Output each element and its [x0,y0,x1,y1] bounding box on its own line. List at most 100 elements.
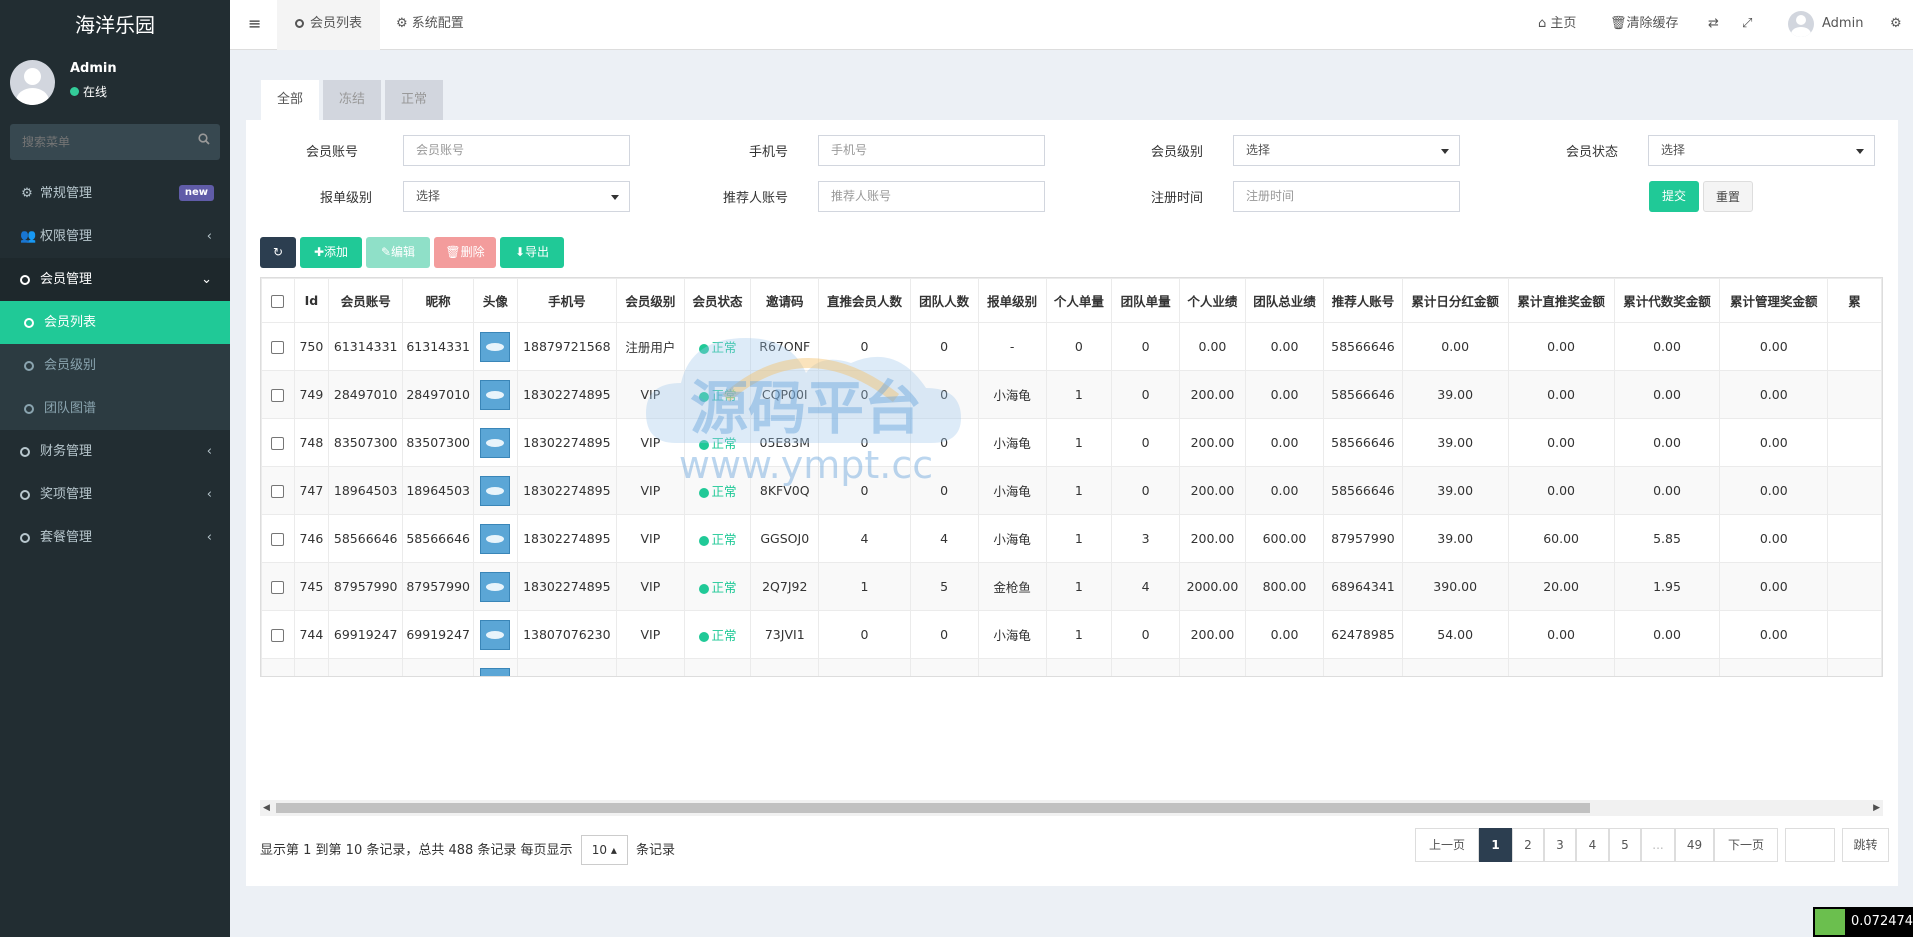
col-team-orders[interactable]: 团队单量 [1111,278,1181,323]
tab-system-config[interactable]: ⚙ 系统配置 [378,0,482,50]
tab-all[interactable]: 全部 [261,80,320,120]
menu-search-input[interactable] [10,124,200,160]
sidebar-item-members[interactable]: 会员管理 ⌄ [0,258,230,301]
jump-page-input[interactable] [1785,828,1835,862]
edit-button[interactable]: ✎编辑 [366,237,430,268]
sidebar-item-awards[interactable]: 奖项管理 ‹ [0,473,230,516]
checkbox[interactable] [271,341,285,354]
row-checkbox[interactable] [261,658,295,676]
prev-page-button[interactable]: 上一页 [1415,828,1479,862]
page-2-button[interactable]: 2 [1512,828,1544,862]
table-row[interactable]: 748 83507300 83507300 18302274895 VIP 正常 05E83… [261,418,1882,467]
fullscreen-icon[interactable]: ⤢ [1742,0,1752,50]
regtime-input[interactable]: 注册时间 [1233,181,1460,212]
member-avatar-image[interactable] [480,331,511,362]
tab-normal[interactable]: 正常 [385,80,444,120]
sidebar-item-general[interactable]: ⚙ 常规管理 new [0,172,230,215]
member-avatar-image[interactable] [480,523,511,554]
col-nickname[interactable]: 昵称 [402,278,474,323]
search-icon[interactable] [198,133,210,149]
col-daily-dividend[interactable]: 累计日分红金额 [1401,278,1509,323]
checkbox[interactable] [271,581,285,594]
order-level-select[interactable]: 选择 [403,181,630,212]
scrollbar-thumb[interactable] [276,803,1590,813]
member-avatar-image[interactable] [480,475,511,506]
tab-frozen[interactable]: 冻结 [323,80,382,120]
col-personal-orders[interactable]: 个人单量 [1045,278,1113,323]
col-account[interactable]: 会员账号 [328,278,404,323]
jump-button[interactable]: 跳转 [1842,828,1889,862]
brand-title[interactable]: 海洋乐园 [0,0,230,50]
table-row[interactable]: 749 28497010 28497010 18302274895 VIP 正常 CQP00… [261,370,1882,419]
level-select[interactable]: 选择 [1233,135,1460,166]
checkbox[interactable] [271,485,285,498]
checkbox[interactable] [271,629,285,642]
next-page-button[interactable]: 下一页 [1714,828,1778,862]
add-button[interactable]: ✚添加 [300,237,362,268]
member-avatar-image[interactable] [480,619,511,650]
sidebar-item-team-graph[interactable]: 团队图谱 [0,387,230,430]
sidebar-item-packages[interactable]: 套餐管理 ‹ [0,516,230,559]
account-input[interactable]: 会员账号 [403,135,630,166]
row-checkbox[interactable] [261,418,295,467]
col-management-bonus[interactable]: 累计管理奖金额 [1719,278,1829,323]
col-direct-bonus[interactable]: 累计直推奖金额 [1507,278,1615,323]
table-row[interactable]: 743624789856247898513807076230VIP正常B15EB… [261,658,1882,676]
reset-button[interactable]: 重置 [1703,181,1753,212]
col-team-sales[interactable]: 团队总业绩 [1244,278,1325,323]
row-checkbox[interactable] [261,322,295,371]
user-menu[interactable]: Admin [1788,0,1863,50]
horizontal-scrollbar[interactable]: ◀ ▶ [260,800,1883,816]
member-avatar-image[interactable] [480,571,511,602]
page-size-select[interactable]: 10 ▴ [580,835,628,865]
page-49-button[interactable]: 49 [1675,828,1714,862]
checkbox[interactable] [271,533,285,546]
table-row[interactable]: 744 69919247 69919247 13807076230 VIP 正常 73JVI… [261,610,1882,659]
col-avatar[interactable]: 头像 [472,278,518,323]
sidebar-item-finance[interactable]: 财务管理 ‹ [0,430,230,473]
member-avatar-image[interactable] [480,667,511,676]
col-personal-sales[interactable]: 个人业绩 [1179,278,1246,323]
sidebar-item-member-list[interactable]: 会员列表 [0,301,230,344]
row-checkbox[interactable] [261,370,295,419]
col-truncated[interactable]: 累 [1827,278,1882,323]
table-row[interactable]: 746 58566646 58566646 18302274895 VIP 正常 GGSOJ… [261,514,1882,563]
row-checkbox[interactable] [261,514,295,563]
col-id[interactable]: Id [293,278,330,323]
tab-member-list[interactable]: 会员列表 [277,0,381,50]
col-referrer[interactable]: 推荐人账号 [1323,278,1403,323]
delete-button[interactable]: 🗑删除 [434,237,496,268]
col-phone[interactable]: 手机号 [516,278,617,323]
phone-input[interactable]: 手机号 [818,135,1045,166]
menu-toggle-icon[interactable]: ≡ [248,14,261,33]
home-link[interactable]: ⌂ 主页 [1538,0,1576,50]
referrer-input[interactable]: 推荐人账号 [818,181,1045,212]
page-1-button[interactable]: 1 [1479,828,1512,862]
table-row[interactable]: 747 18964503 18964503 18302274895 VIP 正常 8KFV0… [261,466,1882,515]
checkbox[interactable] [271,389,285,402]
page-5-button[interactable]: 5 [1609,828,1641,862]
row-checkbox[interactable] [261,610,295,659]
export-button[interactable]: ⬇导出 [500,237,564,268]
row-checkbox[interactable] [261,466,295,515]
submit-button[interactable]: 提交 [1649,181,1699,212]
refresh-button[interactable]: ↻ [260,237,296,268]
settings-icon[interactable]: ⚙ [1890,0,1902,50]
table-row[interactable]: 750 61314331 61314331 18879721568 注册用户 正常 R67O… [261,322,1882,371]
checkbox[interactable] [271,437,285,450]
clear-cache-link[interactable]: 🗑清除缓存 [1610,0,1679,50]
scroll-left-icon[interactable]: ◀ [263,803,270,813]
language-icon[interactable]: ⇄ [1708,0,1719,50]
table-row[interactable]: 745 87957990 87957990 18302274895 VIP 正常 2Q7J9… [261,562,1882,611]
sidebar-item-permission[interactable]: 👥 权限管理 ‹ [0,215,230,258]
page-4-button[interactable]: 4 [1576,828,1609,862]
status-select[interactable]: 选择 [1648,135,1875,166]
sidebar-item-member-level[interactable]: 会员级别 [0,344,230,387]
scroll-right-icon[interactable]: ▶ [1873,803,1880,813]
member-avatar-image[interactable] [480,379,511,410]
select-all-checkbox[interactable] [261,278,295,323]
page-3-button[interactable]: 3 [1544,828,1576,862]
member-avatar-image[interactable] [480,427,511,458]
col-generation-bonus[interactable]: 累计代数奖金额 [1613,278,1721,323]
row-checkbox[interactable] [261,562,295,611]
